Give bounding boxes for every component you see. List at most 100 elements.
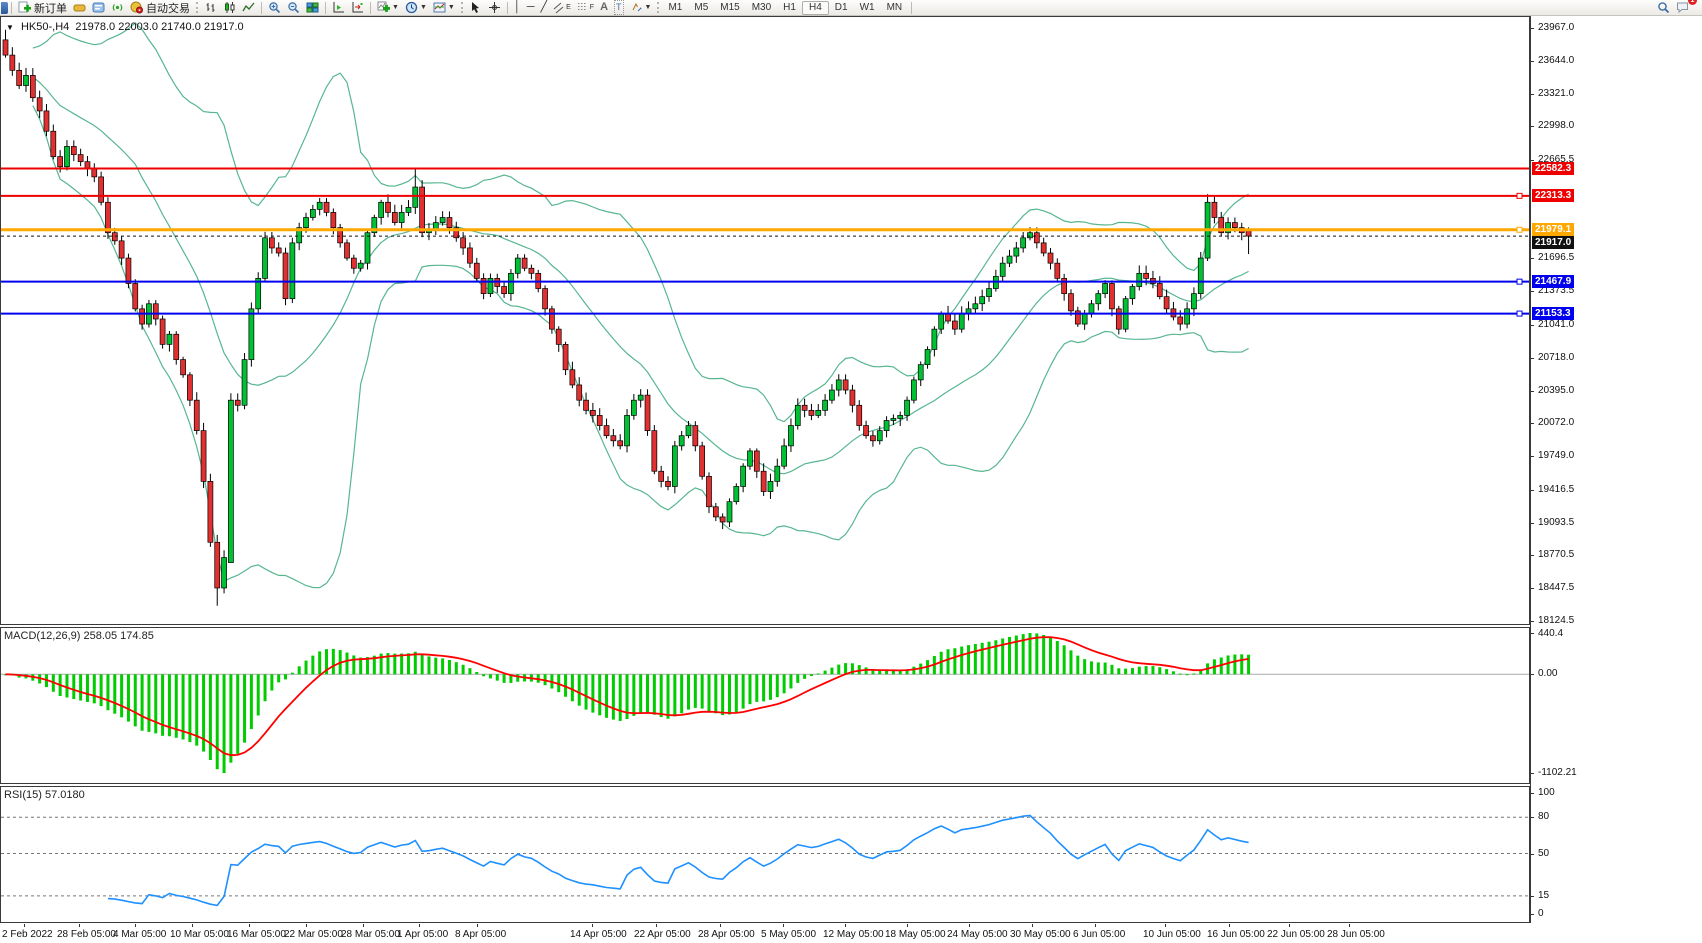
line-chart-button[interactable] (239, 0, 258, 15)
hline-tool-button[interactable]: ─ (524, 0, 538, 15)
templates-button[interactable]: ▼ (430, 0, 458, 15)
search-icon (1657, 1, 1670, 14)
hline-icon: ─ (527, 1, 535, 14)
date-axis-label: 2 Feb 2022 (2, 929, 53, 940)
tf-m30[interactable]: M30 (746, 0, 777, 15)
macd-axis-max: 440.4 (1538, 628, 1563, 639)
date-axis[interactable]: 2 Feb 202228 Feb 05:004 Mar 05:0010 Mar … (0, 924, 1702, 943)
periods-button[interactable]: ▼ (402, 0, 430, 15)
signals-button[interactable] (108, 0, 127, 15)
drag-handle[interactable] (657, 2, 659, 13)
zoom-out-button[interactable] (284, 0, 303, 15)
date-axis-label: 6 Jun 05:00 (1073, 929, 1125, 940)
tf-h1[interactable]: H1 (777, 0, 802, 15)
tf-m1[interactable]: M1 (662, 0, 688, 15)
line-handle (1517, 279, 1522, 284)
tf-d1[interactable]: D1 (829, 0, 854, 15)
price-axis-label: 18124.5 (1538, 615, 1574, 626)
indicators-button[interactable]: ▼ (374, 0, 402, 15)
fibonacci-tool-button[interactable]: F (574, 0, 597, 15)
price-axis-label: 21041.0 (1538, 319, 1574, 330)
tile-windows-button[interactable] (303, 0, 322, 15)
toolbar: 新订单 自动交易 (0, 0, 1702, 16)
label-tool-button[interactable]: T (611, 0, 627, 15)
profile-button[interactable] (70, 0, 89, 15)
market-watch-button[interactable] (89, 0, 108, 15)
autotrade-icon (130, 1, 143, 14)
candlestick-chart[interactable] (0, 16, 1530, 625)
search-button[interactable] (1654, 0, 1673, 15)
new-order-button[interactable]: 新订单 (15, 0, 70, 15)
autotrade-button[interactable]: 自动交易 (127, 0, 193, 15)
date-axis-tick (1289, 924, 1290, 927)
date-axis-tick (192, 924, 193, 927)
date-axis-tick (1349, 924, 1350, 927)
text-tool-button[interactable]: A (597, 0, 611, 15)
zoom-in-button[interactable] (265, 0, 284, 15)
cursor-icon (469, 1, 482, 14)
auto-scroll-button[interactable] (348, 0, 367, 15)
date-axis-label: 5 May 05:00 (761, 929, 816, 940)
tf-mn[interactable]: MN (881, 0, 909, 15)
price-axis-label: 23967.0 (1538, 22, 1574, 33)
date-axis-tick (79, 924, 80, 927)
tf-m15[interactable]: M15 (714, 0, 745, 15)
signals-icon (111, 1, 124, 14)
drag-handle[interactable] (461, 2, 463, 13)
symbol-dropdown-caret[interactable]: ▼ (6, 23, 14, 32)
text-tool-icon: A (600, 1, 608, 14)
chat-button[interactable]: 1 (1673, 0, 1692, 15)
price-line-tag: 22582.3 (1532, 162, 1574, 175)
rsi-panel[interactable]: RSI(15) 57.0180 1008050150 (0, 786, 1702, 923)
trendline-tool-button[interactable]: ╱ (537, 0, 550, 15)
line-chart-icon (242, 1, 255, 14)
vline-icon: │ (514, 1, 521, 14)
bar-chart-button[interactable] (201, 0, 220, 15)
date-axis-tick (845, 924, 846, 927)
date-axis-label: 30 May 05:00 (1010, 929, 1071, 940)
date-axis-label: 24 May 05:00 (947, 929, 1008, 940)
trendline-icon: ╱ (540, 1, 547, 14)
date-axis-tick (1095, 924, 1096, 927)
panel-border (1, 787, 1530, 923)
price-line-tag: 21979.1 (1532, 223, 1574, 236)
clipped-chart-icon[interactable] (1, 2, 8, 14)
channel-tool-button[interactable]: E (550, 0, 574, 15)
macd-panel[interactable]: MACD(12,26,9) 258.05 174.85 440.40.00-11… (0, 627, 1702, 784)
cursor-button[interactable] (466, 0, 485, 15)
dropdown-arrow: ▼ (420, 4, 427, 11)
price-axis-label: 22998.0 (1538, 120, 1574, 131)
drag-handle[interactable] (196, 2, 198, 13)
tf-w1[interactable]: W1 (854, 0, 881, 15)
rsi-chart[interactable] (0, 786, 1530, 923)
tf-h4[interactable]: H4 (802, 1, 829, 15)
horizontal-lines[interactable] (1, 169, 1529, 317)
bollinger-bands (33, 23, 1249, 588)
zoom-out-icon (287, 1, 300, 14)
date-axis-label: 8 Apr 05:00 (455, 929, 506, 940)
date-axis-tick (1229, 924, 1230, 927)
price-axis-label: 20072.0 (1538, 417, 1574, 428)
crosshair-button[interactable] (485, 0, 504, 15)
date-axis-tick (592, 924, 593, 927)
crosshair-icon (488, 1, 501, 14)
macd-chart[interactable] (0, 627, 1530, 784)
shapes-button[interactable]: ▼ (627, 0, 655, 15)
main-chart-panel[interactable]: ▼ HK50-,H4 21978.0 22003.0 21740.0 21917… (0, 16, 1702, 625)
dropdown-arrow: ▼ (645, 4, 652, 11)
price-line-tag: 21153.3 (1532, 307, 1574, 320)
price-axis-label: 18447.5 (1538, 582, 1574, 593)
candlestick-button[interactable] (220, 0, 239, 15)
date-axis-tick (477, 924, 478, 927)
date-axis-tick (656, 924, 657, 927)
separator (507, 2, 508, 14)
candlestick-icon (223, 1, 236, 14)
tf-m5[interactable]: M5 (688, 0, 714, 15)
chart-symbol: HK50-,H4 (21, 21, 69, 33)
date-axis-label: 22 Jun 05:00 (1267, 929, 1325, 940)
vline-tool-button[interactable]: │ (511, 0, 524, 15)
new-order-icon (18, 1, 31, 14)
chart-shift-button[interactable] (329, 0, 348, 15)
channel-letter: E (566, 4, 571, 11)
rsi-label: RSI(15) 57.0180 (4, 789, 85, 801)
